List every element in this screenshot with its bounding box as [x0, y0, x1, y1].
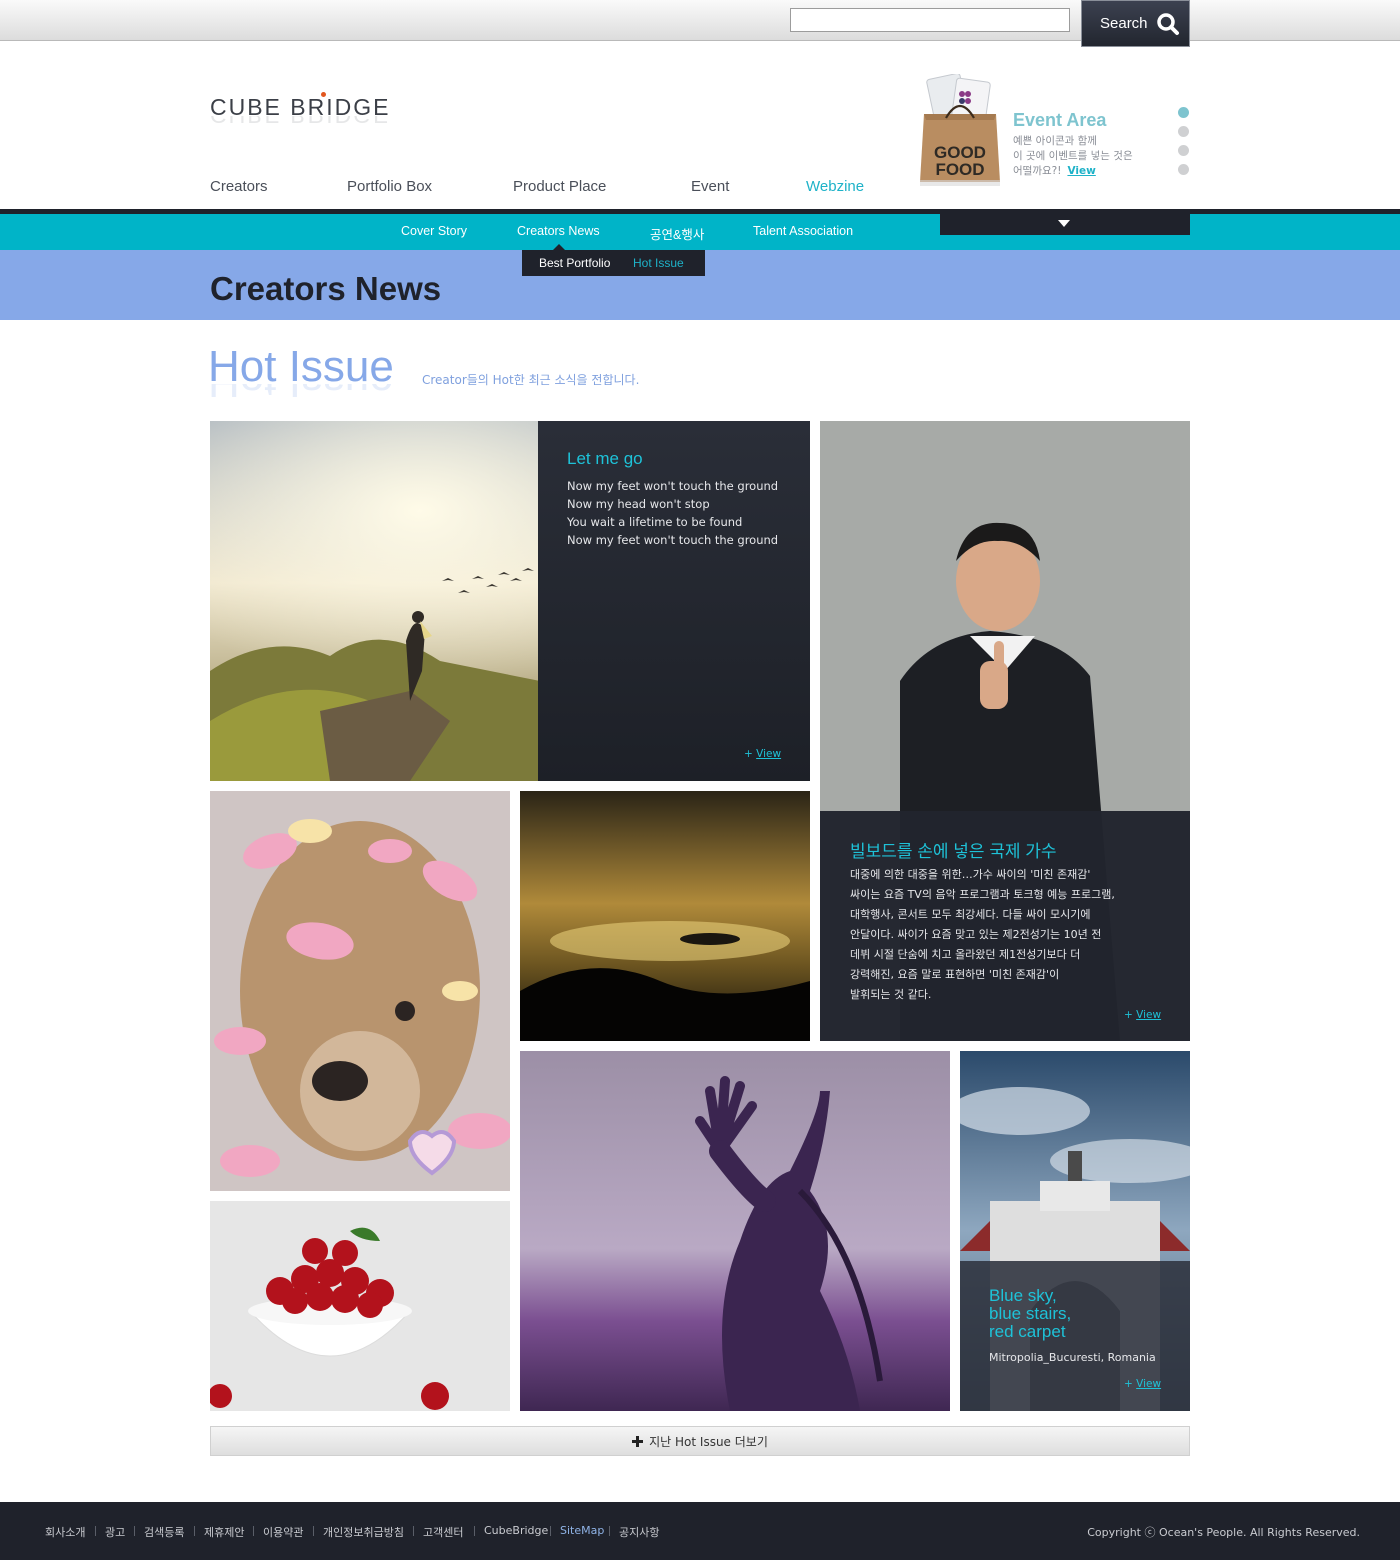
logo-reflection: CUBE BRIDGE	[210, 116, 390, 128]
chevron-down-icon[interactable]	[1058, 220, 1070, 227]
event-slide-dot-4[interactable]	[1178, 164, 1189, 175]
tile-singer[interactable]: 빌보드를 손에 넣은 국제 가수 대중에 의한 대중을 위한…가수 싸이의 '미…	[820, 421, 1190, 1041]
event-slide-dot-3[interactable]	[1178, 145, 1189, 156]
section-title-reflection: Hot Issue	[208, 384, 394, 406]
footer-link-company[interactable]: 회사소개	[45, 1524, 85, 1540]
top-bar	[0, 0, 1400, 41]
footer-separator	[474, 1526, 475, 1536]
footer-separator	[609, 1526, 610, 1536]
footer-link-notice[interactable]: 공지사항	[619, 1524, 659, 1540]
logo-dot	[321, 92, 326, 97]
nav-item-webzine[interactable]: Webzine	[806, 178, 864, 195]
more-hot-issue-button[interactable]: 지난 Hot Issue 더보기	[210, 1426, 1190, 1456]
nav-item-portfolio-box[interactable]: Portfolio Box	[347, 178, 432, 195]
singer-line-1: 대중에 의한 대중을 위한…가수 싸이의 '미친 존재감'	[850, 868, 1091, 881]
footer-link-partnership[interactable]: 제휴제안	[204, 1524, 244, 1540]
tertiary-item-hot-issue[interactable]: Hot Issue	[633, 256, 684, 270]
blue-sky-title-line-3: red carpet	[989, 1322, 1066, 1341]
blue-sky-caption: Mitropolia_Bucuresti, Romania	[989, 1351, 1156, 1364]
tile-sunset[interactable]	[520, 791, 810, 1041]
footer-separator	[413, 1526, 414, 1536]
singer-panel: 빌보드를 손에 넣은 국제 가수 대중에 의한 대중을 위한…가수 싸이의 '미…	[820, 811, 1190, 1041]
let-me-go-line-1: Now my feet won't touch the ground	[567, 479, 779, 493]
search-button[interactable]: Search	[1081, 0, 1190, 47]
shopping-bag-icon[interactable]: GOOD FOOD	[920, 74, 1000, 186]
tile-dancer[interactable]	[520, 1051, 950, 1411]
nav-item-event[interactable]: Event	[691, 178, 729, 195]
tile-dog[interactable]	[210, 791, 510, 1191]
copyright-text: Copyright ⓒ Ocean's People. All Rights R…	[1087, 1526, 1360, 1539]
event-slide-dot-1[interactable]	[1178, 107, 1189, 118]
tile-let-me-go[interactable]: Let me go Now my feet won't touch the gr…	[210, 421, 810, 781]
let-me-go-line-3: You wait a lifetime to be found	[567, 515, 743, 529]
nav-item-creators[interactable]: Creators	[210, 178, 268, 195]
event-text-line-3: 어떨까요?! View	[1013, 164, 1096, 179]
singer-line-2: 싸이는 요즘 TV의 음악 프로그램과 토크형 예능 프로그램,	[850, 888, 1115, 901]
let-me-go-title: Let me go	[567, 449, 643, 468]
plus-icon	[632, 1435, 644, 1447]
footer-link-sitemap[interactable]: SiteMap	[560, 1524, 604, 1537]
section-subtitle: Creator들의 Hot한 최근 소식을 전합니다.	[422, 373, 640, 387]
footer-link-ads[interactable]: 광고	[105, 1524, 125, 1540]
dog-petals-image	[210, 791, 510, 1191]
singer-line-6: 강력해진, 요즘 말로 표현하면 '미친 존재감'이	[850, 968, 1060, 981]
singer-line-4: 안달이다. 싸이가 요즘 맞고 있는 제2전성기는 10년 전	[850, 928, 1102, 941]
footer-separator	[253, 1526, 254, 1536]
singer-line-5: 데뷔 시절 단숨에 치고 올라왔던 제1전성기보다 더	[850, 948, 1081, 961]
singer-title: 빌보드를 손에 넣은 국제 가수	[850, 842, 1057, 861]
singer-line-3: 대학행사, 콘서트 모두 최강세다. 다들 싸이 모시기에	[850, 908, 1091, 921]
blue-sky-view-label: View	[1136, 1378, 1162, 1390]
footer-separator	[550, 1526, 551, 1536]
blue-sky-view-prefix: +	[1124, 1378, 1133, 1390]
footer-separator	[134, 1526, 135, 1536]
tile-blue-sky[interactable]: Blue sky, blue stairs, red carpet Mitrop…	[960, 1051, 1190, 1411]
let-me-go-view-link[interactable]: + View	[744, 748, 781, 760]
let-me-go-view-label: View	[756, 748, 782, 760]
subnav-item-cover-story[interactable]: Cover Story	[401, 224, 467, 238]
footer-link-search-register[interactable]: 검색등록	[144, 1524, 184, 1540]
let-me-go-panel: Let me go Now my feet won't touch the gr…	[538, 421, 810, 781]
nav-item-product-place[interactable]: Product Place	[513, 178, 606, 195]
singer-view-prefix: +	[1124, 1009, 1133, 1021]
subnav-item-creators-news[interactable]: Creators News	[517, 224, 600, 238]
footer-link-customer-center[interactable]: 고객센터	[423, 1524, 463, 1540]
blue-sky-panel: Blue sky, blue stairs, red carpet Mitrop…	[960, 1261, 1190, 1411]
let-me-go-line-4: Now my feet won't touch the ground	[567, 533, 779, 547]
purple-dancer-image	[520, 1051, 950, 1411]
cherries-bowl-image	[210, 1201, 510, 1411]
submenu-pointer-icon	[553, 244, 565, 250]
search-button-label: Search	[1100, 15, 1148, 32]
footer-separator	[194, 1526, 195, 1536]
search-input[interactable]	[790, 8, 1070, 32]
event-slide-dot-2[interactable]	[1178, 126, 1189, 137]
event-text-line-2: 이 곳에 이벤트를 넣는 것은	[1013, 150, 1133, 162]
tertiary-item-best-portfolio[interactable]: Best Portfolio	[539, 256, 610, 270]
blue-sky-view-link[interactable]: + View	[1124, 1378, 1161, 1390]
footer-separator	[95, 1526, 96, 1536]
footer-link-cubebridge[interactable]: CubeBridge	[484, 1524, 548, 1537]
more-hot-issue-label: 지난 Hot Issue 더보기	[649, 1434, 768, 1449]
page-title: Creators News	[210, 270, 442, 307]
subnav-item-talent-association[interactable]: Talent Association	[753, 224, 853, 238]
singer-line-7: 발휘되는 것 같다.	[850, 988, 932, 1001]
bag-text-2: FOOD	[935, 160, 984, 179]
footer-separator	[313, 1526, 314, 1536]
let-me-go-view-prefix: +	[744, 748, 753, 760]
event-view-link[interactable]: View	[1067, 165, 1095, 177]
blue-sky-title-line-2: blue stairs,	[989, 1304, 1072, 1323]
search-icon	[1156, 12, 1179, 35]
event-title: Event Area	[1013, 110, 1107, 130]
footer-link-privacy[interactable]: 개인정보취급방침	[323, 1524, 404, 1540]
sunset-sea-image	[520, 791, 810, 1041]
let-me-go-line-2: Now my head won't stop	[567, 497, 710, 511]
singer-view-link[interactable]: + View	[1124, 1009, 1161, 1021]
footer-link-terms[interactable]: 이용약관	[263, 1524, 303, 1540]
singer-view-label: View	[1136, 1009, 1162, 1021]
blue-sky-title-line-1: Blue sky,	[989, 1286, 1057, 1305]
subnav-item-performance-event[interactable]: 공연&행사	[650, 224, 704, 243]
tile-cherries[interactable]	[210, 1201, 510, 1411]
event-text-line-3-text: 어떨까요?!	[1013, 165, 1062, 177]
event-text-line-1: 예쁜 아이콘과 함께	[1013, 135, 1097, 147]
